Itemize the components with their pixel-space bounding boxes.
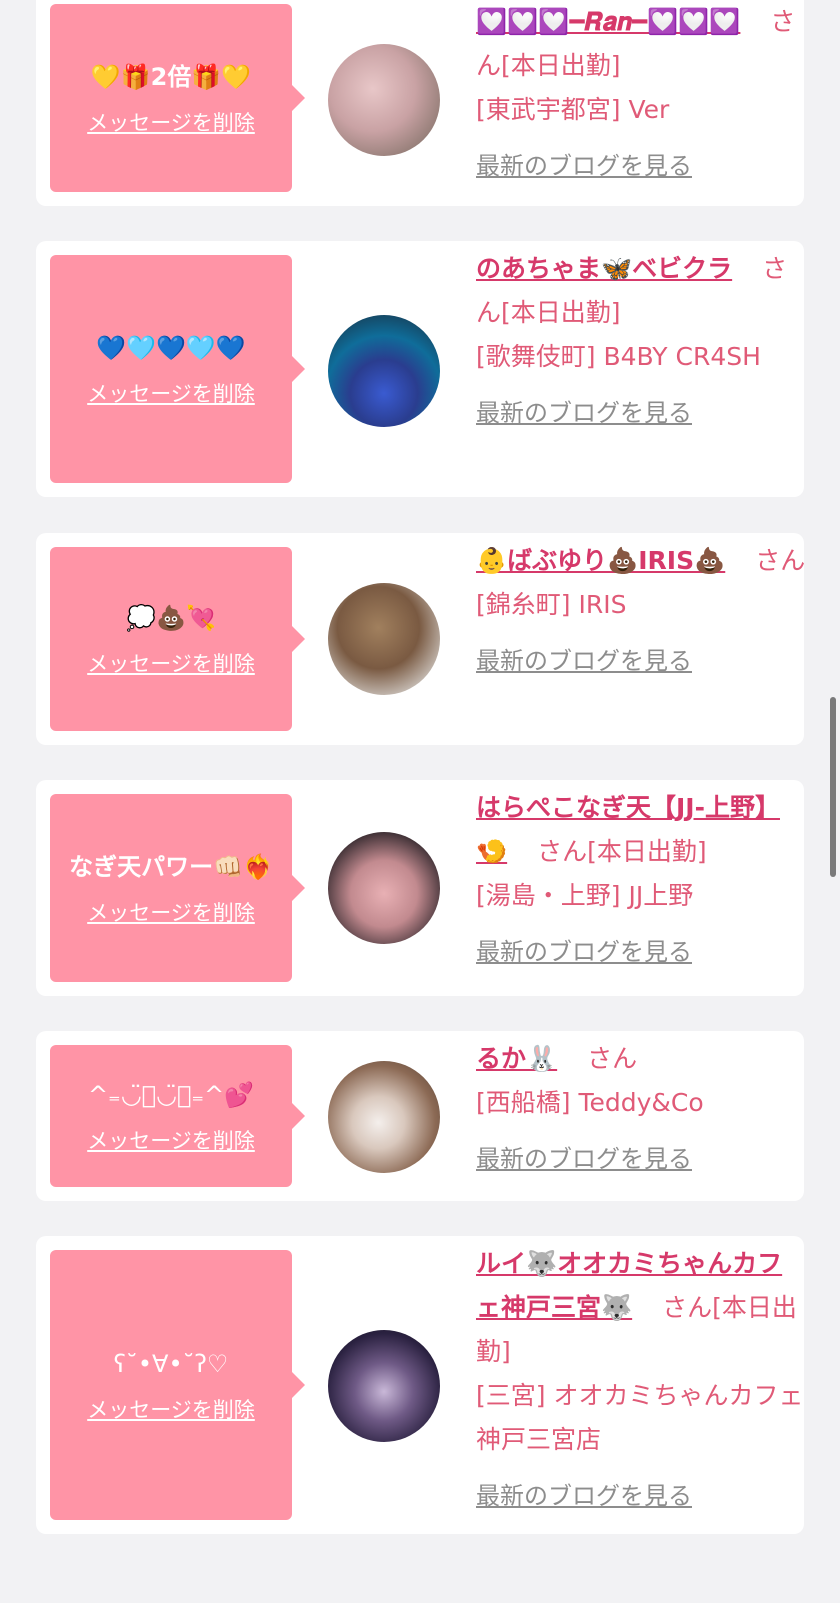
view-blog-link[interactable]: 最新のブログを見る [476,1137,806,1181]
delete-message-link[interactable]: メッセージを削除 [87,897,255,927]
message-bubble: 💭💩💘 メッセージを削除 [50,547,305,731]
honorific: さん [755,546,806,575]
shop-name: [錦糸町] IRIS [476,590,627,619]
view-blog-link[interactable]: 最新のブログを見る [476,391,806,435]
delete-message-link[interactable]: メッセージを削除 [87,1394,255,1424]
message-card: なぎ天パワー👊🏻❤️‍🔥 メッセージを削除 はらぺこなぎ天【JJ-上野】🍤 さん… [36,780,804,996]
delete-message-link[interactable]: メッセージを削除 [87,1125,255,1155]
message-card: 💭💩💘 メッセージを削除 👶ばぶゆり💩IRIS💩 さん [錦糸町] IRIS 最… [36,533,806,745]
delete-message-link[interactable]: メッセージを削除 [87,378,255,408]
shop-name: [湯島・上野] JJ上野 [476,881,694,910]
message-card: 💙🩵💙🩵💙 メッセージを削除 のあちゃま🦋ベビクラ さん[本日出勤] [歌舞伎町… [36,241,804,497]
scrollbar[interactable] [830,697,836,877]
view-blog-link[interactable]: 最新のブログを見る [476,639,806,683]
shop-name: [西船橋] Teddy&Co [476,1088,704,1117]
message-text: 💙🩵💙🩵💙 [96,334,246,362]
message-text: ʕ˘•∀•˘ʔ♡ [113,1350,229,1378]
message-bubble: 💙🩵💙🩵💙 メッセージを削除 [50,255,305,483]
cast-name-link[interactable]: 💟💟💟━𝑹𝒂𝒏━💟💟💟 [476,7,740,36]
message-text: ^₌◡̈⃝◡̈⃝₌^💕 [87,1081,255,1109]
honorific: さん [537,837,588,866]
cast-info: るか🐰 さん [西船橋] Teddy&Co 最新のブログを見る [476,1037,806,1181]
avatar[interactable] [328,44,440,156]
cast-name-link[interactable]: るか🐰 [476,1044,557,1073]
message-bubble: なぎ天パワー👊🏻❤️‍🔥 メッセージを削除 [50,794,305,982]
view-blog-link[interactable]: 最新のブログを見る [476,1474,806,1518]
message-bubble: ^₌◡̈⃝◡̈⃝₌^💕 メッセージを削除 [50,1045,305,1187]
cast-info: のあちゃま🦋ベビクラ さん[本日出勤] [歌舞伎町] B4BY CR4SH 最新… [476,247,806,435]
cast-info: はらぺこなぎ天【JJ-上野】🍤 さん[本日出勤] [湯島・上野] JJ上野 最新… [476,786,806,974]
message-card: 💛🎁2倍🎁💛 メッセージを削除 💟💟💟━𝑹𝒂𝒏━💟💟💟 さん[本日出勤] [東武… [36,0,804,206]
work-status: [本日出勤] [501,51,621,80]
view-blog-link[interactable]: 最新のブログを見る [476,144,806,188]
avatar[interactable] [328,832,440,944]
shop-name: [三宮] オオカミちゃんカフェ神戸三宮店 [476,1381,804,1454]
view-blog-link[interactable]: 最新のブログを見る [476,930,806,974]
avatar[interactable] [328,1061,440,1173]
shop-name: [歌舞伎町] B4BY CR4SH [476,342,761,371]
message-bubble: ʕ˘•∀•˘ʔ♡ メッセージを削除 [50,1250,305,1520]
message-card: ^₌◡̈⃝◡̈⃝₌^💕 メッセージを削除 るか🐰 さん [西船橋] Teddy&… [36,1031,804,1201]
message-bubble: 💛🎁2倍🎁💛 メッセージを削除 [50,4,305,192]
avatar[interactable] [328,315,440,427]
cast-info: 👶ばぶゆり💩IRIS💩 さん [錦糸町] IRIS 最新のブログを見る [476,539,806,683]
honorific: さん [662,1293,713,1322]
cast-info: ルイ🐺オオカミちゃんカフェ神戸三宮🐺 さん[本日出勤] [三宮] オオカミちゃん… [476,1242,806,1518]
avatar[interactable] [328,1330,440,1442]
message-text: 💭💩💘 [126,604,216,632]
shop-name: [東武宇都宮] Ver [476,95,670,124]
work-status: [本日出勤] [501,298,621,327]
delete-message-link[interactable]: メッセージを削除 [87,107,255,137]
message-card: ʕ˘•∀•˘ʔ♡ メッセージを削除 ルイ🐺オオカミちゃんカフェ神戸三宮🐺 さん[… [36,1236,804,1534]
cast-name-link[interactable]: のあちゃま🦋ベビクラ [476,254,732,283]
message-text: なぎ天パワー👊🏻❤️‍🔥 [69,853,273,881]
work-status: [本日出勤] [587,837,707,866]
honorific: さん [587,1044,638,1073]
message-text: 💛🎁2倍🎁💛 [90,63,252,91]
avatar[interactable] [328,583,440,695]
delete-message-link[interactable]: メッセージを削除 [87,648,255,678]
cast-name-link[interactable]: 👶ばぶゆり💩IRIS💩 [476,546,725,575]
cast-info: 💟💟💟━𝑹𝒂𝒏━💟💟💟 さん[本日出勤] [東武宇都宮] Ver 最新のブログを… [476,0,806,188]
